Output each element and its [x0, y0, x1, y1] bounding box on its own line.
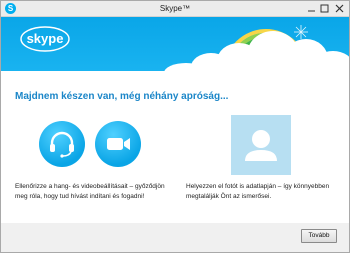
header-banner: skype [1, 17, 349, 71]
video-camera-icon [107, 138, 130, 150]
next-button[interactable]: Tovább [301, 229, 337, 243]
skype-window: S Skype™ skype Majdnem készen van, még n… [0, 0, 350, 253]
title-bar: S Skype™ [1, 1, 349, 17]
profile-picture-description: Helyezzen el fotót is adatlapján – így k… [186, 183, 330, 200]
page-heading: Majdnem készen van, még néhány apróság..… [15, 91, 229, 102]
svg-text:skype: skype [27, 31, 64, 46]
close-icon[interactable] [335, 4, 344, 13]
audio-settings-button[interactable] [39, 121, 85, 167]
profile-picture-placeholder[interactable] [231, 115, 291, 175]
audio-video-description: Ellenőrizze a hang- és videobeállításait… [15, 183, 165, 200]
headset-icon [50, 131, 74, 158]
profile-picture-icon [245, 130, 277, 161]
minimize-icon[interactable] [307, 4, 316, 13]
clouds-decoration [164, 31, 349, 71]
sparkle-decoration [294, 25, 308, 39]
footer-bar [1, 223, 349, 252]
maximize-icon[interactable] [320, 4, 329, 13]
window-title: Skype™ [159, 4, 191, 13]
video-settings-button[interactable] [95, 121, 141, 167]
skype-logo-icon: skype [20, 26, 70, 52]
